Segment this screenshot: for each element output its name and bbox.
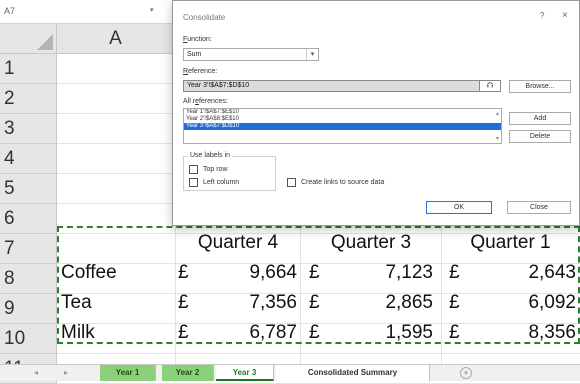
value-cell[interactable]: 2,643	[477, 258, 576, 288]
add-sheet-icon[interactable]: +	[460, 367, 472, 379]
scroll-right-icon[interactable]: ▸	[64, 368, 68, 377]
column-heading[interactable]: Quarter 4	[175, 228, 301, 258]
row-header[interactable]: 3	[0, 114, 57, 144]
row-header[interactable]: 10	[0, 324, 57, 354]
currency-symbol: £	[178, 322, 189, 343]
row-header[interactable]: 5	[0, 174, 57, 204]
value-cell[interactable]: 9,664	[201, 258, 297, 288]
table-header-row: Quarter 4 Quarter 3 Quarter 1	[57, 228, 580, 258]
list-item[interactable]: Year 2'!$A$8:$E$10	[184, 116, 501, 123]
row-label[interactable]: Tea	[61, 288, 92, 318]
chevron-down-icon[interactable]: ▾	[306, 49, 318, 60]
top-row-label[interactable]: Top row	[203, 166, 228, 173]
row-label[interactable]: Coffee	[61, 258, 117, 288]
row-header[interactable]: 1	[0, 54, 57, 84]
left-column-label[interactable]: Left column	[203, 179, 239, 186]
chevron-down-icon[interactable]: ▾	[150, 6, 154, 14]
sheet-tab-year-3[interactable]: Year 3	[216, 365, 274, 381]
value-cell[interactable]: 6,092	[477, 288, 576, 318]
name-box-value: A7	[4, 6, 16, 16]
consolidated-table: Quarter 4 Quarter 3 Quarter 1 Coffee £ 9…	[57, 228, 580, 345]
left-column-checkbox[interactable]	[189, 178, 198, 187]
browse-button[interactable]: Browse...	[509, 80, 571, 93]
select-all-corner[interactable]	[0, 24, 57, 54]
scroll-up-icon[interactable]: ▴	[496, 110, 499, 117]
value-cell[interactable]: 1,595	[335, 318, 433, 348]
table-row: Coffee £ 9,664 £ 7,123 £ 2,643	[57, 258, 580, 288]
value-cell[interactable]: 2,865	[335, 288, 433, 318]
top-row-checkbox[interactable]	[189, 165, 198, 174]
value-cell[interactable]: 8,356	[477, 318, 576, 348]
currency-symbol: £	[449, 322, 460, 343]
collapse-dialog-icon[interactable]: ⮉	[479, 80, 501, 92]
list-item[interactable]: Year 1'!$A$7:$E$10	[184, 109, 501, 116]
close-icon[interactable]: ×	[562, 10, 568, 21]
scroll-left-icon[interactable]: ◂	[34, 368, 38, 377]
function-select[interactable]: Sum ▾	[183, 48, 319, 61]
use-labels-label: Use labels in	[188, 152, 233, 159]
sheet-tab-year-2[interactable]: Year 2	[162, 365, 214, 381]
value-cell[interactable]: 7,123	[335, 258, 433, 288]
currency-symbol: £	[178, 292, 189, 313]
sheet-tab-bar: ◂ ▸ Year 1 Year 2 Year 3 Consolidated Su…	[0, 364, 580, 381]
row-header[interactable]: 4	[0, 144, 57, 174]
row-headers: 1 2 3 4 5 6 7 8 9 10 11	[0, 54, 57, 384]
name-box[interactable]: A7 ▾	[0, 0, 174, 24]
create-links-label[interactable]: Create links to source data	[301, 179, 384, 186]
currency-symbol: £	[178, 262, 189, 283]
table-row: Tea £ 7,356 £ 2,865 £ 6,092	[57, 288, 580, 318]
column-header-a[interactable]: A	[57, 24, 175, 54]
scroll-down-icon[interactable]: ▾	[496, 135, 499, 142]
sheet-tab-year-1[interactable]: Year 1	[100, 365, 156, 381]
reference-input[interactable]: Year 3'!$A$7:$D$10	[183, 80, 501, 92]
table-row: Milk £ 6,787 £ 1,595 £ 8,356	[57, 318, 580, 348]
all-references-list[interactable]: Year 1'!$A$7:$E$10 Year 2'!$A$8:$E$10 Ye…	[183, 108, 502, 144]
all-references-label: All references:	[183, 98, 228, 105]
column-heading[interactable]: Quarter 1	[441, 228, 580, 258]
reference-label: Reference:	[183, 68, 218, 75]
column-heading[interactable]: Quarter 3	[301, 228, 441, 258]
row-header[interactable]: 9	[0, 294, 57, 324]
function-value: Sum	[187, 51, 202, 58]
currency-symbol: £	[309, 292, 320, 313]
row-header[interactable]: 6	[0, 204, 57, 234]
currency-symbol: £	[449, 292, 460, 313]
row-label[interactable]: Milk	[61, 318, 95, 348]
list-item-selected[interactable]: Year 3'!$A$7:$D$10	[184, 123, 501, 130]
help-icon[interactable]: ?	[540, 11, 544, 20]
close-button[interactable]: Close	[507, 201, 571, 214]
ok-button[interactable]: OK	[426, 201, 492, 214]
sheet-tab-consolidated-summary[interactable]: Consolidated Summary	[276, 365, 430, 381]
add-button[interactable]: Add	[509, 112, 571, 125]
currency-symbol: £	[309, 322, 320, 343]
row-header[interactable]: 8	[0, 264, 57, 294]
consolidate-dialog: Consolidate ? × Function: Sum ▾ Referenc…	[172, 0, 580, 226]
dialog-title: Consolidate	[183, 13, 226, 22]
delete-button[interactable]: Delete	[509, 130, 571, 143]
row-header[interactable]: 2	[0, 84, 57, 114]
value-cell[interactable]: 7,356	[201, 288, 297, 318]
function-label: Function:	[183, 36, 212, 43]
create-links-checkbox[interactable]	[287, 178, 296, 187]
currency-symbol: £	[309, 262, 320, 283]
value-cell[interactable]: 6,787	[201, 318, 297, 348]
row-header[interactable]: 7	[0, 234, 57, 264]
currency-symbol: £	[449, 262, 460, 283]
